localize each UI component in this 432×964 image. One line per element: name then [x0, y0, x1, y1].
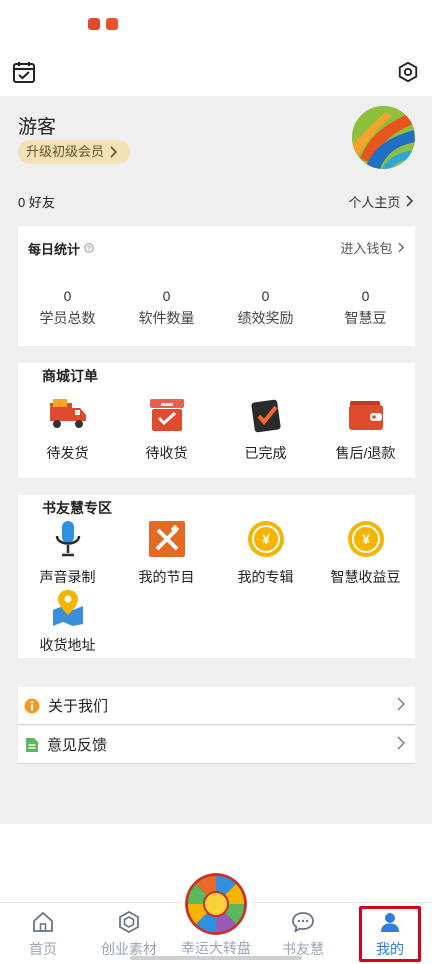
cube-icon: [116, 909, 142, 935]
calendar-check-icon[interactable]: [10, 58, 38, 86]
zone-title: 书友慧专区: [42, 500, 112, 516]
settings-icon[interactable]: [394, 58, 422, 86]
top-bar: [0, 52, 432, 96]
order-completed[interactable]: 已完成: [216, 395, 315, 463]
stat-label: 软件数量: [138, 310, 195, 326]
notification-icon: [88, 18, 100, 30]
member-badge-label: 升级初级会员: [26, 144, 105, 159]
feedback-row[interactable]: 意见反馈: [18, 726, 415, 764]
delivery-truck-icon: [48, 395, 88, 435]
tab-label: 首页: [29, 941, 57, 957]
chevron-right-icon: [397, 736, 405, 750]
completed-clipboard-icon: [246, 395, 286, 435]
avatar[interactable]: [352, 106, 415, 169]
order-pending-shipment[interactable]: 待发货: [18, 395, 117, 463]
about-us-label: 关于我们: [48, 698, 109, 715]
stat-value: 0: [162, 288, 171, 304]
feedback-label: 意见反馈: [47, 737, 108, 754]
zone-label: 收货地址: [39, 637, 96, 653]
tab-book-friends[interactable]: 书友慧: [260, 909, 346, 959]
orders-title: 商城订单: [42, 368, 98, 384]
stat-value: 0: [63, 288, 72, 304]
zone-label: 我的专辑: [237, 569, 294, 585]
active-tab-highlight: [359, 906, 421, 962]
pencil-ruler-icon: [147, 519, 187, 559]
stat-students[interactable]: 0 学员总数: [18, 288, 117, 328]
zone-my-albums[interactable]: ¥ 我的专辑: [216, 519, 315, 587]
wallet-icon: [346, 395, 386, 435]
inbox-check-icon: [147, 395, 187, 435]
zone-card: 书友慧专区 声音录制 我的节目 ¥ 我的专辑 ¥ 智慧收益豆 收货地址: [18, 495, 415, 658]
home-icon: [30, 909, 56, 935]
daily-stats-card: 每日统计 ? 进入钱包 0 学员总数 0 软件数量 0 绩效奖励 0 智慧豆: [18, 226, 415, 346]
orders-card: 商城订单 待发货 待收货 已完成 售后/退款: [18, 363, 415, 478]
lucky-wheel-icon[interactable]: [182, 870, 250, 938]
stat-beans[interactable]: 0 智慧豆: [316, 288, 415, 328]
zone-wisdom-beans[interactable]: ¥ 智慧收益豆: [316, 519, 415, 587]
wallet-link[interactable]: 进入钱包: [340, 238, 405, 257]
zone-label: 我的节目: [138, 569, 195, 585]
upgrade-member-button[interactable]: 升级初级会员: [18, 140, 131, 164]
order-label: 已完成: [244, 445, 287, 461]
stat-label: 智慧豆: [344, 310, 387, 326]
chevron-right-icon: [406, 195, 414, 207]
order-label: 售后/退款: [335, 445, 396, 461]
user-name: 游客: [18, 117, 57, 138]
help-icon[interactable]: ?: [83, 243, 94, 253]
order-label: 待发货: [46, 445, 89, 461]
yen-coin-icon: ¥: [246, 519, 286, 559]
stat-label: 学员总数: [39, 310, 96, 326]
daily-stats-title: 每日统计 ?: [28, 239, 94, 258]
tab-materials[interactable]: 创业素材: [86, 909, 172, 959]
daily-stats-title-text: 每日统计: [28, 242, 81, 257]
info-icon: [24, 698, 40, 713]
order-label: 待收货: [145, 445, 188, 461]
about-us-row[interactable]: 关于我们: [18, 687, 415, 725]
svg-text:¥: ¥: [362, 531, 370, 547]
order-after-sales[interactable]: 售后/退款: [316, 395, 415, 463]
microphone-icon: [48, 519, 88, 559]
zone-label: 智慧收益豆: [330, 569, 401, 585]
zone-shipping-address[interactable]: 收货地址: [18, 587, 117, 655]
map-pin-icon: [48, 587, 88, 627]
stat-label: 绩效奖励: [237, 310, 294, 326]
yen-coin-icon: ¥: [346, 519, 386, 559]
zone-voice-record[interactable]: 声音录制: [18, 519, 117, 587]
homepage-link-label: 个人主页: [348, 195, 401, 210]
homepage-link[interactable]: 个人主页: [348, 192, 414, 211]
chat-bubble-icon: [290, 909, 316, 935]
stat-value: 0: [261, 288, 270, 304]
home-indicator: [130, 956, 302, 960]
tab-home[interactable]: 首页: [0, 909, 86, 959]
stat-software[interactable]: 0 软件数量: [117, 288, 216, 328]
zone-my-programs[interactable]: 我的节目: [117, 519, 216, 587]
friends-count[interactable]: 0 好友: [18, 192, 55, 211]
zone-label: 声音录制: [39, 569, 96, 585]
document-edit-icon: [26, 737, 38, 752]
svg-text:?: ?: [87, 246, 91, 253]
notification-icon: [106, 18, 118, 30]
stat-rewards[interactable]: 0 绩效奖励: [216, 288, 315, 328]
tab-label: 幸运大转盘: [181, 940, 251, 956]
chevron-right-icon: [110, 146, 118, 158]
svg-text:¥: ¥: [262, 531, 270, 547]
chevron-right-icon: [397, 697, 405, 711]
wallet-link-label: 进入钱包: [340, 241, 393, 256]
chevron-right-icon: [398, 242, 405, 253]
stat-value: 0: [361, 288, 370, 304]
order-pending-receipt[interactable]: 待收货: [117, 395, 216, 463]
status-bar: [0, 0, 432, 52]
